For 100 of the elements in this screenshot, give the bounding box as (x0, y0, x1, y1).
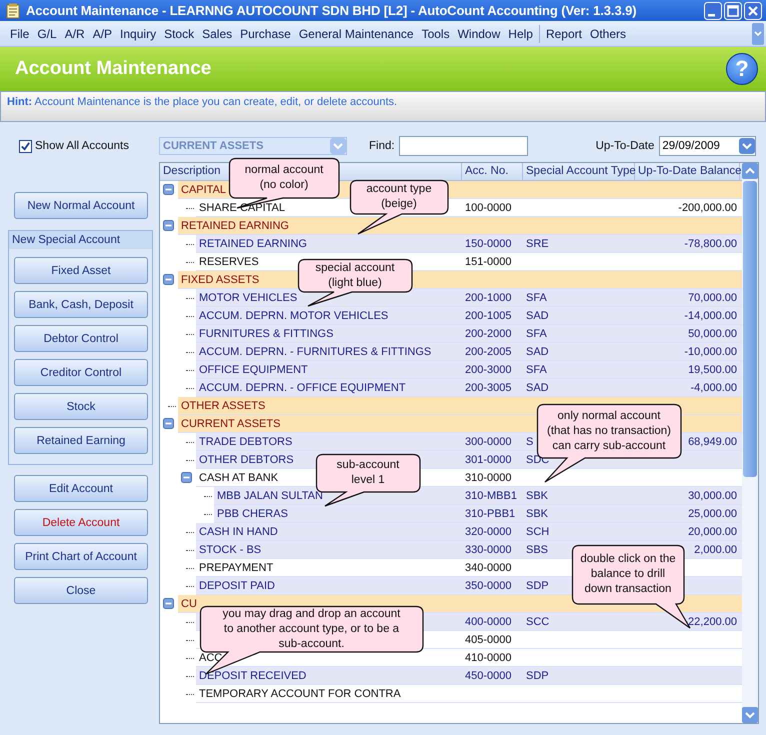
menu-item[interactable]: Inquiry (116, 26, 160, 40)
table-row[interactable]: RETAINED EARNING (178, 217, 742, 235)
table-row[interactable]: OFFICE EQUIPMENT 200-3000 SFA 19,500.00 (196, 361, 742, 379)
table-cell: 19,500.00 (688, 364, 737, 376)
action-button[interactable]: New Normal Account (14, 192, 148, 219)
table-cell: DEPOSIT PAID (199, 580, 276, 592)
menu-item[interactable]: G/L (33, 26, 61, 40)
table-row[interactable]: MBB JALAN SULTAN 310-MBB1 SBK 30,000.00 (214, 487, 742, 505)
find-field[interactable] (398, 136, 528, 156)
menu-item[interactable]: General Maintenance (294, 26, 418, 40)
table-cell: RESERVES (199, 256, 259, 268)
menu-item[interactable]: Help (504, 26, 537, 40)
action-button[interactable]: Retained Earning (14, 427, 148, 454)
window-title: Account Maintenance - LEARNNG AUTOCOUNT SDN BHD [L2] - AutoCount Accounting (Ver: 1.3.3.9) (26, 3, 636, 18)
table-cell: 300-0000 (465, 436, 512, 448)
table-cell: MOTOR VEHICLES (199, 292, 298, 304)
table-cell: 20,000.00 (688, 526, 737, 538)
table-row[interactable]: RETAINED EARNING 150-0000 SRE -78,800.00 (196, 235, 742, 253)
callout-tooltip: account type (beige) (350, 180, 450, 236)
table-cell: 2,000.00 (694, 544, 737, 556)
collapse-icon[interactable] (163, 598, 174, 609)
table-cell: 200-2000 (465, 328, 512, 340)
table-cell: SAD (526, 382, 549, 394)
column-header[interactable]: Special Account Type (523, 163, 635, 180)
menu-item[interactable]: Report (542, 26, 586, 40)
collapse-icon[interactable] (181, 472, 192, 483)
scroll-down-button[interactable] (742, 707, 758, 723)
maximize-button[interactable] (724, 2, 742, 20)
action-button[interactable]: Stock (14, 393, 148, 420)
table-cell: SFA (526, 328, 547, 340)
table-cell: RETAINED EARNING (181, 220, 289, 232)
scrollbar[interactable] (742, 163, 758, 723)
menu-item[interactable]: Others (586, 26, 630, 40)
table-cell: 340-0000 (465, 562, 512, 574)
minimize-button[interactable] (704, 2, 722, 20)
checkbox-label: Show All Accounts (35, 140, 129, 152)
table-cell: SBS (526, 544, 548, 556)
table-cell: 450-0000 (465, 670, 512, 682)
table-cell: CAPITAL (181, 184, 226, 196)
menu-item[interactable]: Window (454, 26, 504, 40)
table-cell: SCC (526, 616, 550, 628)
table-cell: SDP (526, 670, 549, 682)
action-button[interactable]: Creditor Control (14, 359, 148, 386)
scroll-up-button[interactable] (742, 163, 758, 179)
collapse-icon[interactable] (163, 418, 174, 429)
action-button[interactable]: Print Chart of Account (14, 543, 148, 570)
table-cell: SFA (526, 364, 547, 376)
table-cell: ACCUM. DEPRN. - FURNITURES & FITTINGS (199, 346, 432, 358)
close-button[interactable] (744, 2, 762, 20)
table-cell: CASH AT BANK (199, 472, 278, 484)
table-row[interactable]: ACCUM. DEPRN. MOTOR VEHICLES 200-1005 SAD -14,000.00 (196, 307, 742, 325)
table-row[interactable]: MOTOR VEHICLES 200-1000 SFA 70,000.00 (196, 289, 742, 307)
table-cell: SAD (526, 310, 549, 322)
menu-overflow-button[interactable] (752, 22, 764, 44)
checkbox[interactable] (19, 140, 32, 152)
menu-item[interactable]: A/R (60, 26, 89, 40)
action-button[interactable]: Debtor Control (14, 325, 148, 352)
date-field[interactable]: 29/09/2009 (659, 136, 756, 156)
menu-item[interactable]: File (6, 26, 34, 40)
table-cell: ACCUM. DEPRN. - OFFICE EQUIPMENT (199, 382, 406, 394)
action-button[interactable]: Bank, Cash, Deposit (14, 291, 148, 318)
action-button[interactable]: Close (14, 577, 148, 604)
calendar-dropdown-button[interactable] (739, 138, 756, 154)
table-cell: 310-0000 (465, 472, 512, 484)
table-cell: 410-0000 (465, 652, 512, 664)
table-cell: SBK (526, 490, 548, 502)
table-row[interactable]: PBB CHERAS 310-PBB1 SBK 25,000.00 (214, 505, 742, 523)
table-cell: CASH IN HAND (199, 526, 278, 538)
action-button[interactable]: Edit Account (14, 475, 148, 502)
table-cell: 50,000.00 (688, 328, 737, 340)
collapse-icon[interactable] (163, 184, 174, 195)
table-cell: PREPAYMENT (199, 562, 274, 574)
table-cell: SAD (526, 346, 549, 358)
table-cell: SCH (526, 526, 550, 538)
table-cell: -200,000.00 (678, 202, 737, 214)
table-row[interactable]: DEPOSIT RECEIVED 450-0000 SDP (196, 667, 742, 685)
table-cell: 350-0000 (465, 580, 512, 592)
table-cell: -78,800.00 (684, 238, 737, 250)
table-row[interactable]: FURNITURES & FITTINGS 200-2000 SFA 50,000.00 (196, 325, 742, 343)
collapse-icon[interactable] (163, 274, 174, 285)
menu-item[interactable]: Purchase (236, 26, 295, 40)
menu-item[interactable]: Stock (160, 26, 198, 40)
collapse-icon[interactable] (163, 220, 174, 231)
table-cell: 405-0000 (465, 634, 512, 646)
table-cell: 30,000.00 (688, 490, 737, 502)
table-cell: FIXED ASSETS (181, 274, 260, 286)
table-row[interactable]: ACCUM. DEPRN. - FURNITURES & FITTINGS 200-2005 SAD -10,000.00 (196, 343, 742, 361)
table-row[interactable]: ACCUM. DEPRN. - OFFICE EQUIPMENT 200-3005 SAD -4,000.00 (196, 379, 742, 397)
table-cell: -22,200.00 (684, 616, 737, 628)
table-row[interactable]: CASH IN HAND 320-0000 SCH 20,000.00 (196, 523, 742, 541)
menu-item[interactable]: Sales (198, 26, 236, 40)
table-cell: 68,949.00 (688, 436, 737, 448)
action-button[interactable]: Fixed Asset (14, 257, 148, 284)
menu-item[interactable]: Tools (418, 26, 454, 40)
column-header[interactable]: Up-To-Date Balance (635, 163, 740, 180)
table-cell: STOCK - BS (199, 544, 262, 556)
scroll-thumb[interactable] (743, 181, 757, 477)
menu-item[interactable]: A/P (88, 26, 116, 40)
column-header[interactable]: Acc. No. (462, 163, 523, 180)
action-button[interactable]: Delete Account (14, 509, 148, 536)
